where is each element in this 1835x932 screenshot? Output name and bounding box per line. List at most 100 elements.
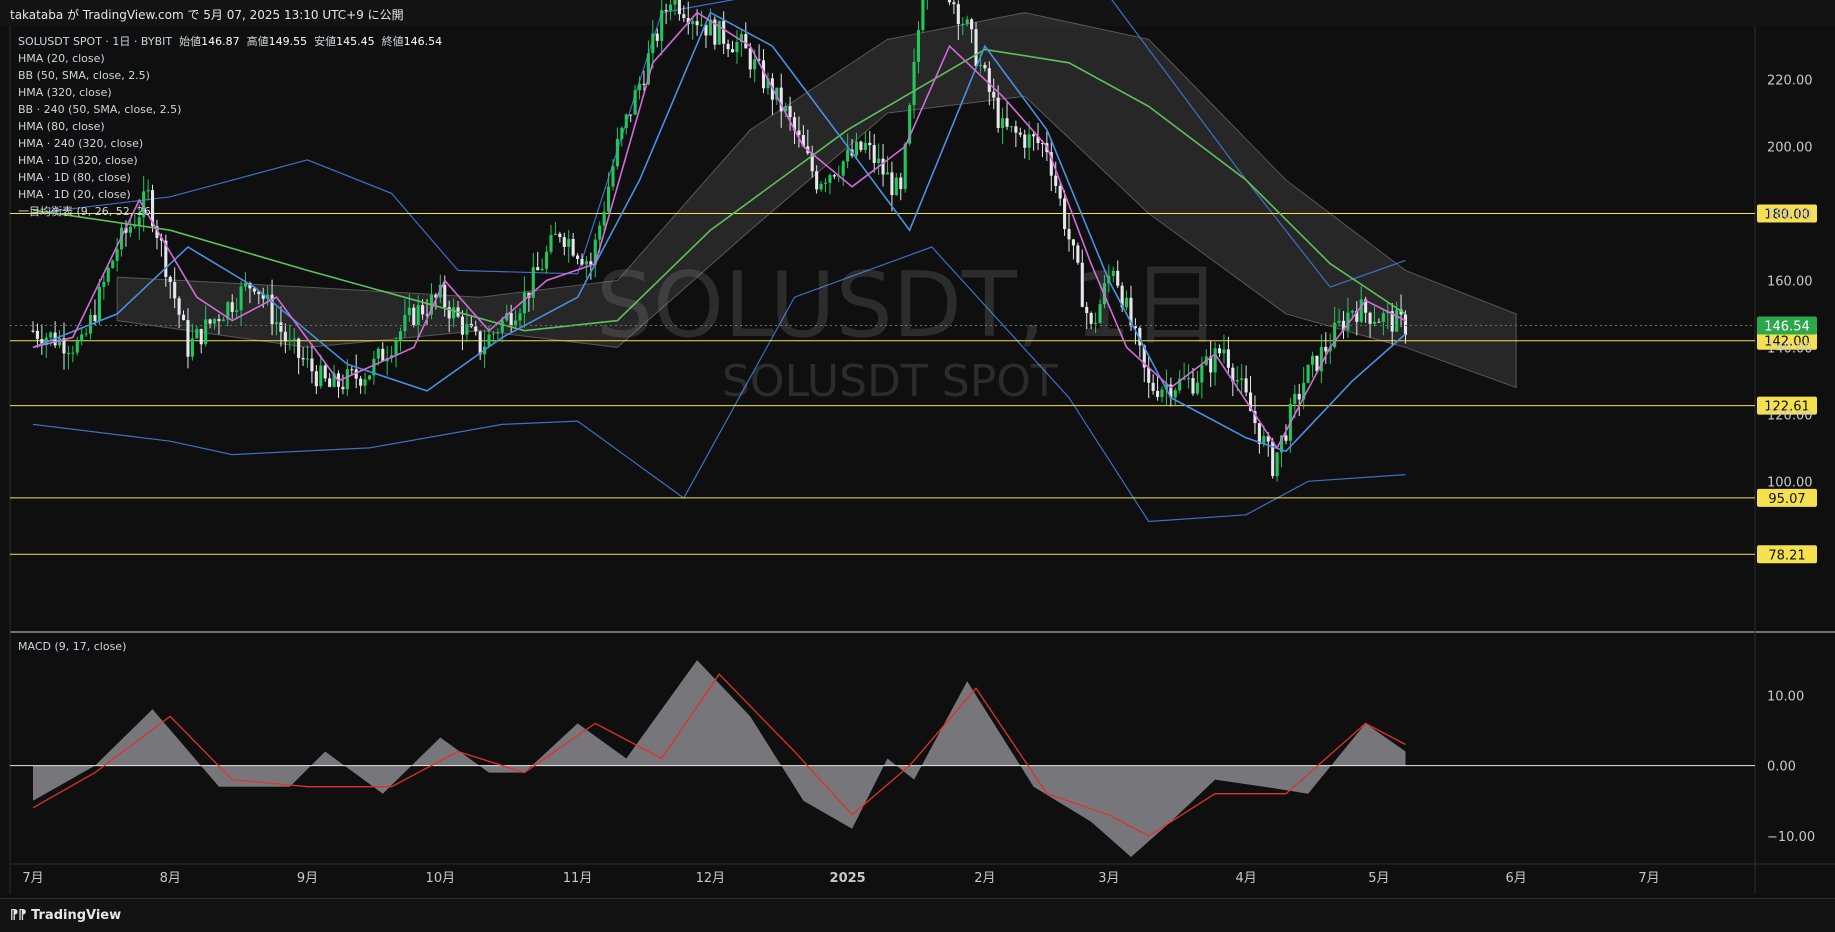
candle-body [518,313,522,321]
indicator-bb-240[interactable]: BB · 240 (50, SMA, close, 2.5) [18,101,442,118]
candle-body [673,0,677,5]
candle-body [828,175,832,183]
candle-body [274,322,279,325]
current-price-label: 146.54 [1764,320,1810,335]
candle-body [970,19,974,30]
candle-body [965,19,969,24]
candle-body [487,334,491,347]
candle-body [199,328,203,345]
high-value: 149.55 [268,35,308,48]
candle-body [996,97,1000,129]
candle-body [314,371,318,387]
tv-logo-icon: ⁋⁋ [10,908,27,923]
ohlc-line: SOLUSDT SPOT · 1日 · BYBIT 始値146.87 高値149… [18,35,443,48]
candle-body [328,378,332,387]
candle-body [536,267,540,271]
candle-body [421,305,425,315]
candle-body [1005,118,1009,127]
indicator-ichimoku[interactable]: 一目均衡表 (9, 26, 52, 26) [18,203,442,220]
candle-body [71,352,75,354]
symbol-sub-watermark: SOLUSDT SPOT [722,356,1058,407]
candle-body [394,340,398,356]
candle-body [93,314,97,322]
candle-body [992,91,996,98]
candle-body [841,161,845,176]
candle-body [1023,134,1027,148]
candle-body [292,338,296,340]
candle-body [363,379,367,386]
candle-body [305,358,310,360]
candle-body [877,158,881,163]
candle-body [1257,423,1261,445]
macd-histogram [33,660,1406,857]
candle-body [279,322,283,332]
indicator-hma20[interactable]: HMA (20, close) [18,50,442,67]
candle-body [407,307,411,315]
candle-body [1293,393,1297,404]
indicator-hma-240[interactable]: HMA · 240 (320, close) [18,135,442,152]
time-tick-label: 7月 [22,871,43,886]
candle-body [1027,134,1031,148]
candle-body [509,312,513,326]
candle-body [730,49,735,53]
indicator-hma80[interactable]: HMA (80, close) [18,118,442,135]
time-tick-label: 9月 [297,871,318,886]
indicator-hma-1d-320[interactable]: HMA · 1D (320, close) [18,152,442,169]
candle-body [217,319,221,322]
candle-body [846,149,850,162]
candle-body [602,211,606,226]
candle-body [868,142,872,146]
candle-body [1324,346,1328,352]
candle-body [230,302,234,312]
indicator-hma320[interactable]: HMA (320, close) [18,84,442,101]
candle-body [1297,393,1301,400]
candle-body [66,353,70,355]
candle-body [173,282,177,299]
candle-body [899,177,903,190]
candle-body [1054,175,1058,186]
macd-legend[interactable]: MACD (9, 17, close) [18,640,126,653]
candle-body [350,369,354,371]
indicator-hma-1d-80[interactable]: HMA · 1D (80, close) [18,169,442,186]
candle-body [903,143,907,190]
candle-body [168,276,172,283]
candle-body [190,338,194,357]
candle-body [584,261,588,265]
candle-body [443,284,447,308]
candle-body [1058,185,1062,199]
candle-body [1403,314,1408,336]
candle-body [128,226,132,233]
tradingview-logo: ⁋⁋ TradingView [10,908,122,923]
candle-body [1306,364,1310,383]
candle-body [978,64,983,67]
indicator-hma-1d-20[interactable]: HMA · 1D (20, close) [18,186,442,203]
candle-body [540,268,544,271]
time-tick-label: 4月 [1235,871,1256,886]
candle-body [1063,198,1067,229]
indicator-bb[interactable]: BB (50, SMA, close, 2.5) [18,67,442,84]
time-tick-label: 12月 [696,871,726,886]
candle-body [1200,364,1204,383]
candle-body [664,10,668,12]
candle-body [921,0,925,31]
candle-body [974,29,978,67]
candle-body [478,331,482,355]
time-tick-label: 6月 [1506,871,1527,886]
candle-body [642,83,646,85]
candle-body [748,48,752,70]
candle-body [983,64,987,69]
candle-body [1377,321,1381,323]
candle-body [624,114,628,128]
candle-body [496,332,500,334]
candle-body [668,4,673,11]
candle-body [84,333,88,335]
candle-body [208,319,212,324]
time-tick-label: 5月 [1368,871,1389,886]
candle-body [1187,378,1191,380]
candle-body [1337,320,1341,323]
candle-body [1009,126,1014,128]
candle-body [1222,349,1226,354]
candle-body [735,41,739,53]
candle-body [695,21,699,26]
candle-body [987,68,991,92]
